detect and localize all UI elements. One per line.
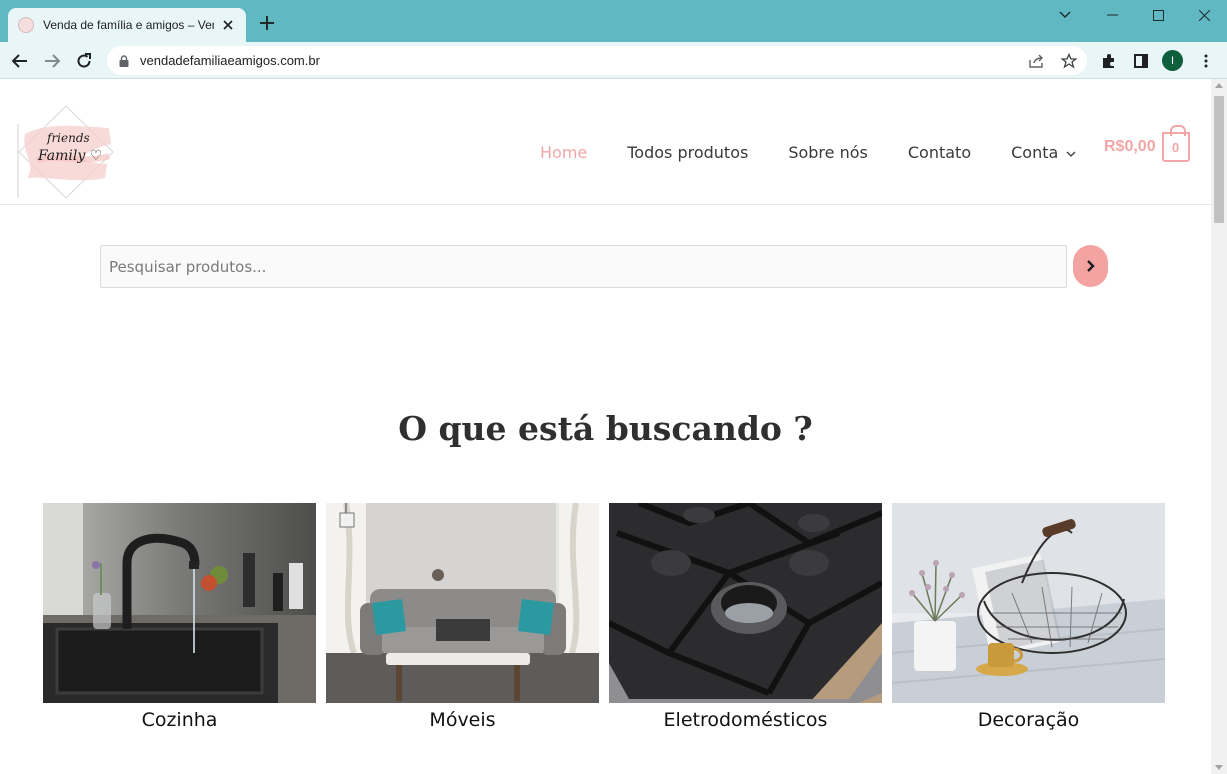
browser-tab-bar: Venda de família e amigos – Venda de fam… [0,0,1227,42]
friends-family-logo[interactable]: friends Family ♡ [17,104,115,200]
category-card-moveis[interactable]: Móveis [326,503,599,731]
search-submit-button[interactable] [1073,245,1108,287]
category-image-sofa [326,503,599,703]
web-page: friends Family ♡ Home Todos produtos Sob… [0,79,1211,774]
site-favicon-icon [18,17,34,33]
category-label: Decoração [977,709,1080,731]
shopping-bag-icon: 0 [1161,125,1190,162]
bookmark-star-icon[interactable] [1058,50,1080,72]
close-tab-icon[interactable] [220,17,236,33]
back-arrow-icon[interactable] [7,48,33,74]
browser-tab[interactable]: Venda de família e amigos – Venda de fam… [8,8,246,42]
search-field-wrapper [100,245,1067,288]
close-window-button[interactable] [1181,0,1227,30]
section-title: O que está buscando ? [398,409,813,448]
nav-conta[interactable]: Conta [1011,142,1076,162]
category-card-eletrodomesticos[interactable]: Eletrodomésticos [609,503,882,731]
category-image-kitchen-sink [43,503,316,703]
chevron-down-icon [1066,142,1076,161]
nav-todos-produtos[interactable]: Todos produtos [627,143,748,162]
extensions-puzzle-icon[interactable] [1096,48,1122,74]
forward-arrow-icon[interactable] [39,48,65,74]
tab-search-icon[interactable] [1042,0,1088,30]
scroll-down-arrow-icon[interactable] [1215,765,1223,770]
lock-icon [119,54,129,72]
nav-conta-label: Conta [1011,143,1059,162]
category-label: Móveis [429,709,496,731]
url-text: vendadefamiliaeamigos.com.br [140,53,320,68]
browser-toolbar: vendadefamiliaeamigos.com.br I [0,42,1227,79]
chevron-right-icon [1086,260,1095,272]
category-card-cozinha[interactable]: Cozinha [43,503,316,731]
new-tab-button[interactable] [256,12,278,34]
browser-menu-kebab-icon[interactable] [1193,48,1219,74]
category-card-decoracao[interactable]: Decoração [892,503,1165,731]
nav-home[interactable]: Home [540,143,587,162]
category-label: Cozinha [141,709,218,731]
main-navigation: Home Todos produtos Sobre nós Contato Co… [520,142,1096,162]
svg-text:friends: friends [46,131,90,145]
maximize-button[interactable] [1135,0,1181,30]
category-image-gas-stove [609,503,882,703]
tab-title: Venda de família e amigos – Venda de fam… [43,18,214,32]
cart-total: R$0,00 [1104,138,1156,155]
minimize-button[interactable] [1089,0,1135,30]
reload-icon[interactable] [71,48,97,74]
side-panel-icon[interactable] [1128,48,1154,74]
svg-text:Family ♡: Family ♡ [37,148,102,164]
nav-sobre-nos[interactable]: Sobre nós [788,143,868,162]
site-header: friends Family ♡ Home Todos produtos Sob… [0,79,1211,205]
category-label: Eletrodomésticos [663,709,828,731]
scroll-up-arrow-icon[interactable] [1215,83,1223,88]
cart-widget[interactable]: R$0,00 0 [1104,125,1190,162]
address-bar[interactable]: vendadefamiliaeamigos.com.br [107,46,1087,75]
profile-avatar[interactable]: I [1162,50,1183,71]
category-image-decor-basket [892,503,1165,703]
cart-count: 0 [1171,139,1180,155]
page-scrollbar[interactable] [1211,79,1227,774]
scrollbar-thumb[interactable] [1214,96,1224,223]
share-icon[interactable] [1026,50,1048,72]
search-input[interactable] [101,246,1066,287]
nav-contato[interactable]: Contato [908,143,971,162]
